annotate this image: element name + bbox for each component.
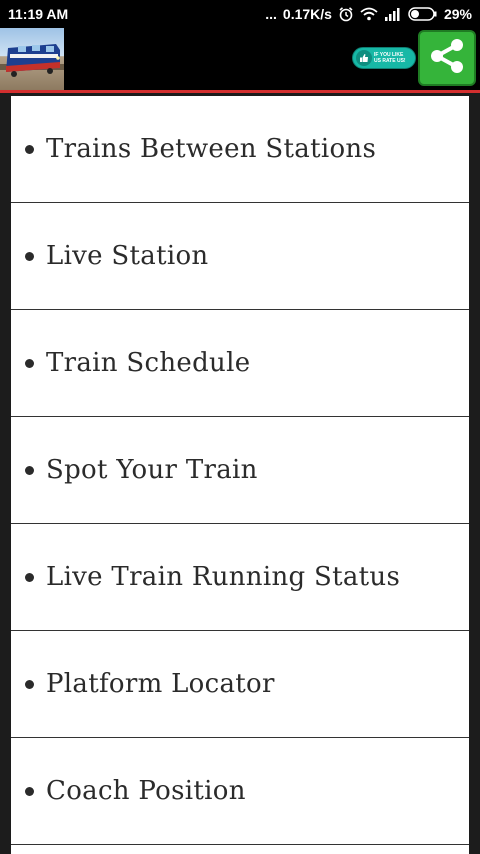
- menu-item-label: Trains Between Stations: [46, 134, 377, 164]
- bullet: [25, 358, 34, 368]
- bullet: [25, 465, 34, 475]
- menu-item-live-station[interactable]: Live Station: [11, 203, 469, 310]
- wifi-icon: [360, 7, 378, 21]
- menu-item-live-train-running-status[interactable]: Live Train Running Status: [11, 524, 469, 631]
- menu-item-label: Live Station: [46, 241, 209, 271]
- bullet: [25, 786, 34, 796]
- status-indicators: ... 0.17K/s 29%: [265, 6, 472, 22]
- menu-item-platform-locator[interactable]: Platform Locator: [11, 631, 469, 738]
- bullet: [25, 679, 34, 689]
- menu-item-train-schedule[interactable]: Train Schedule: [11, 310, 469, 417]
- menu-list: Trains Between Stations Live Station Tra…: [11, 96, 469, 854]
- status-dots: ...: [265, 6, 277, 22]
- share-icon: [426, 35, 468, 81]
- network-speed: 0.17K/s: [282, 6, 332, 22]
- thumbs-up-icon: [356, 50, 372, 66]
- header-accent-line: [0, 90, 480, 93]
- rate-us-text: IF YOU LIKE US RATE US!: [374, 52, 406, 64]
- rate-us-badge[interactable]: IF YOU LIKE US RATE US!: [352, 47, 416, 69]
- menu-item-label: Platform Locator: [46, 669, 275, 699]
- bullet: [25, 251, 34, 261]
- menu-item-spot-your-train[interactable]: Spot Your Train: [11, 417, 469, 524]
- menu-item-label: Spot Your Train: [46, 455, 258, 485]
- menu-item-coach-position[interactable]: Coach Position: [11, 738, 469, 845]
- bullet: [25, 572, 34, 582]
- menu-item-trains-between-stations[interactable]: Trains Between Stations: [11, 96, 469, 203]
- bullet: [25, 144, 34, 154]
- battery-icon: [408, 7, 438, 21]
- status-time: 11:19 AM: [8, 6, 69, 22]
- battery-level: 29%: [443, 6, 472, 22]
- menu-item-label: Live Train Running Status: [46, 562, 401, 592]
- status-bar: 11:19 AM ... 0.17K/s 29%: [0, 0, 480, 28]
- signal-icon: [384, 7, 402, 21]
- alarm-icon: [338, 6, 354, 22]
- menu-item-label: Train Schedule: [46, 348, 251, 378]
- share-button[interactable]: [418, 30, 476, 86]
- menu-item-label: Coach Position: [46, 776, 246, 806]
- train-logo[interactable]: [0, 28, 64, 90]
